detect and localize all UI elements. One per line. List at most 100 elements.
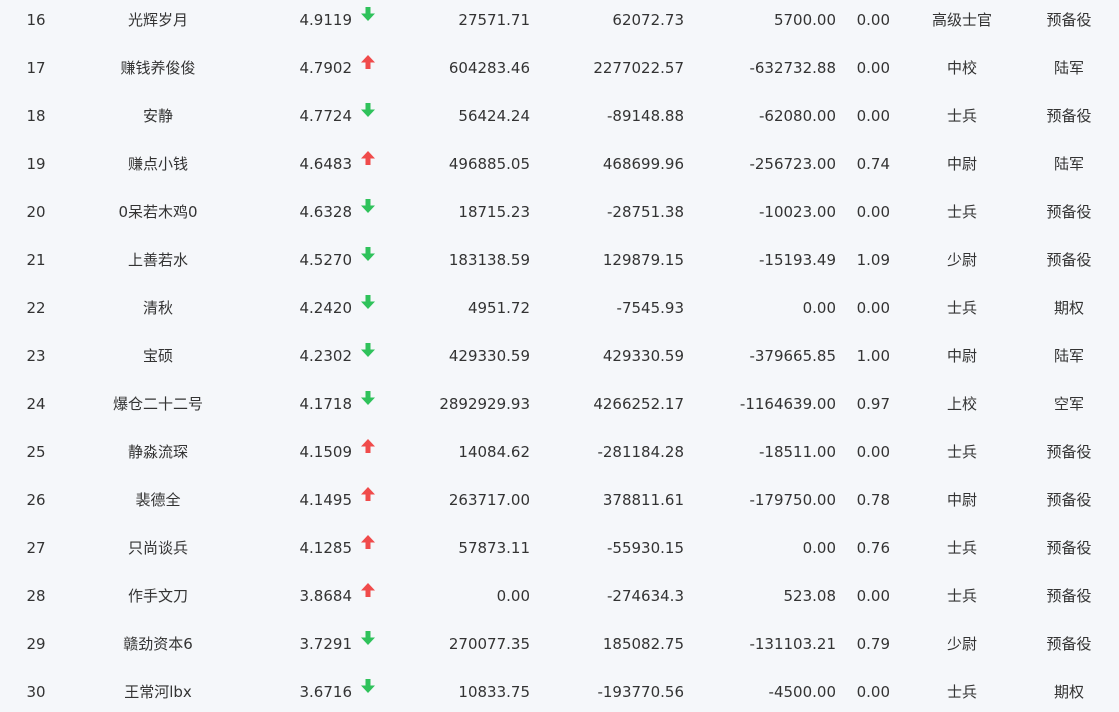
- branch-cell: 陆军: [1053, 155, 1084, 173]
- player-name: 静淼流琛: [127, 443, 188, 461]
- value-cell-2: -281184.28: [597, 443, 684, 461]
- military-rank-cell: 中尉: [946, 347, 977, 365]
- score-cell: 4.2420: [299, 299, 353, 317]
- value-cell-1: 604283.46: [448, 59, 530, 77]
- score-cell: 4.6328: [299, 203, 353, 221]
- value-cell-1: 429330.59: [448, 347, 530, 365]
- arrow-down-icon: [360, 284, 378, 332]
- arrow-down-icon: [360, 0, 378, 44]
- table-row[interactable]: 29 赣劲资本6 3.7291 270077.35 185082.75 -131103.2…: [0, 620, 1119, 668]
- table-row[interactable]: 27 只尚谈兵 4.1285 57873.11 -55930.15 0.00 0.76 士兵预…: [0, 524, 1119, 572]
- branch-cell: 预备役: [1046, 635, 1092, 653]
- value-cell-2: -55930.15: [607, 539, 684, 557]
- table-row[interactable]: 18 安静 4.7724 56424.24 -89148.88 -62080.00 0.00…: [0, 92, 1119, 140]
- player-name: 安静: [142, 107, 173, 125]
- table-row[interactable]: 17 赚钱养俊俊 4.7902 604283.46 2277022.57 -632732.…: [0, 44, 1119, 92]
- value-cell-2: -7545.93: [616, 299, 684, 317]
- arrow-down-icon: [360, 236, 378, 284]
- ratio-cell: 0.97: [856, 395, 890, 413]
- ratio-cell: 0.79: [856, 635, 890, 653]
- arrow-up-icon: [360, 476, 378, 524]
- table-row[interactable]: 19 赚点小钱 4.6483 496885.05 468699.96 -256723.00…: [0, 140, 1119, 188]
- value-cell-2: 4266252.17: [593, 395, 684, 413]
- ranking-table: 16 光辉岁月 4.9119 27571.71 62072.73 5700.00 0.00 高…: [0, 0, 1119, 712]
- military-rank-cell: 少尉: [946, 635, 977, 653]
- player-name: 爆仓二十二号: [112, 395, 203, 413]
- arrow-down-icon: [360, 188, 378, 236]
- table-row[interactable]: 20 0呆若木鸡0 4.6328 18715.23 -28751.38 -10023.00…: [0, 188, 1119, 236]
- ratio-cell: 0.00: [856, 107, 890, 125]
- ratio-cell: 0.00: [856, 11, 890, 29]
- branch-cell: 陆军: [1053, 59, 1084, 77]
- table-row[interactable]: 16 光辉岁月 4.9119 27571.71 62072.73 5700.00 0.00 高…: [0, 0, 1119, 44]
- value-cell-1: 4951.72: [467, 299, 530, 317]
- military-rank-cell: 士兵: [946, 683, 977, 701]
- arrow-up-icon: [360, 428, 378, 476]
- table-row[interactable]: 23 宝硕 4.2302 429330.59 429330.59 -379665.85 1.…: [0, 332, 1119, 380]
- value-cell-1: 270077.35: [448, 635, 530, 653]
- value-cell-2: -28751.38: [607, 203, 684, 221]
- value-cell-1: 14084.62: [458, 443, 530, 461]
- table-row[interactable]: 21 上善若水 4.5270 183138.59 129879.15 -15193.49 1…: [0, 236, 1119, 284]
- ratio-cell: 0.78: [856, 491, 890, 509]
- table-row[interactable]: 30 王常河lbx 3.6716 10833.75 -193770.56 -4500.00…: [0, 668, 1119, 712]
- score-cell: 4.1285: [299, 539, 353, 557]
- arrow-down-icon: [360, 620, 378, 668]
- value-cell-1: 0.00: [496, 587, 530, 605]
- value-cell-3: -131103.21: [749, 635, 836, 653]
- branch-cell: 预备役: [1046, 107, 1092, 125]
- branch-cell: 预备役: [1046, 491, 1092, 509]
- value-cell-3: -632732.88: [749, 59, 836, 77]
- ratio-cell: 0.00: [856, 299, 890, 317]
- value-cell-2: 185082.75: [602, 635, 684, 653]
- value-cell-3: 0.00: [802, 539, 836, 557]
- military-rank-cell: 士兵: [946, 539, 977, 557]
- value-cell-2: 2277022.57: [593, 59, 684, 77]
- score-cell: 4.2302: [299, 347, 353, 365]
- player-name: 只尚谈兵: [127, 539, 188, 557]
- value-cell-1: 263717.00: [448, 491, 530, 509]
- value-cell-3: -4500.00: [768, 683, 836, 701]
- ratio-cell: 1.09: [856, 251, 890, 269]
- table-row[interactable]: 26 裴德全 4.1495 263717.00 378811.61 -179750.00 0…: [0, 476, 1119, 524]
- table-row[interactable]: 28 作手文刀 3.8684 0.00 -274634.3 523.08 0.00 士兵 预备役: [0, 572, 1119, 620]
- table-row[interactable]: 22 清秋 4.2420 4951.72 -7545.93 0.00 0.00 士兵 期权: [0, 284, 1119, 332]
- military-rank-cell: 少尉: [946, 251, 977, 269]
- player-name: 宝硕: [142, 347, 173, 365]
- score-cell: 4.1495: [299, 491, 353, 509]
- value-cell-1: 2892929.93: [439, 395, 530, 413]
- military-rank-cell: 士兵: [946, 107, 977, 125]
- value-cell-3: 0.00: [802, 299, 836, 317]
- value-cell-2: -89148.88: [607, 107, 684, 125]
- player-name: 赚点小钱: [127, 155, 188, 173]
- player-name: 王常河lbx: [124, 683, 192, 701]
- branch-cell: 预备役: [1046, 11, 1092, 29]
- value-cell-2: 468699.96: [602, 155, 684, 173]
- value-cell-3: -18511.00: [759, 443, 836, 461]
- value-cell-1: 27571.71: [458, 11, 530, 29]
- player-name: 清秋: [142, 299, 173, 317]
- branch-cell: 期权: [1053, 683, 1084, 701]
- score-cell: 3.6716: [299, 683, 353, 701]
- value-cell-1: 18715.23: [458, 203, 530, 221]
- player-name: 0呆若木鸡0: [118, 203, 198, 221]
- value-cell-3: -62080.00: [759, 107, 836, 125]
- arrow-up-icon: [360, 140, 378, 188]
- score-cell: 4.1509: [299, 443, 353, 461]
- arrow-down-icon: [360, 332, 378, 380]
- arrow-down-icon: [360, 380, 378, 428]
- value-cell-1: 10833.75: [458, 683, 530, 701]
- value-cell-3: -15193.49: [759, 251, 836, 269]
- value-cell-3: -10023.00: [759, 203, 836, 221]
- value-cell-1: 496885.05: [448, 155, 530, 173]
- branch-cell: 预备役: [1046, 443, 1092, 461]
- arrow-up-icon: [360, 524, 378, 572]
- value-cell-3: -1164639.00: [739, 395, 836, 413]
- military-rank-cell: 士兵: [946, 203, 977, 221]
- player-name: 裴德全: [135, 491, 181, 509]
- table-row[interactable]: 24 爆仓二十二号 4.1718 2892929.93 4266252.17 -11646…: [0, 380, 1119, 428]
- value-cell-3: -179750.00: [749, 491, 836, 509]
- score-cell: 4.7724: [299, 107, 353, 125]
- branch-cell: 预备役: [1046, 203, 1092, 221]
- table-row[interactable]: 25 静淼流琛 4.1509 14084.62 -281184.28 -18511.00 0…: [0, 428, 1119, 476]
